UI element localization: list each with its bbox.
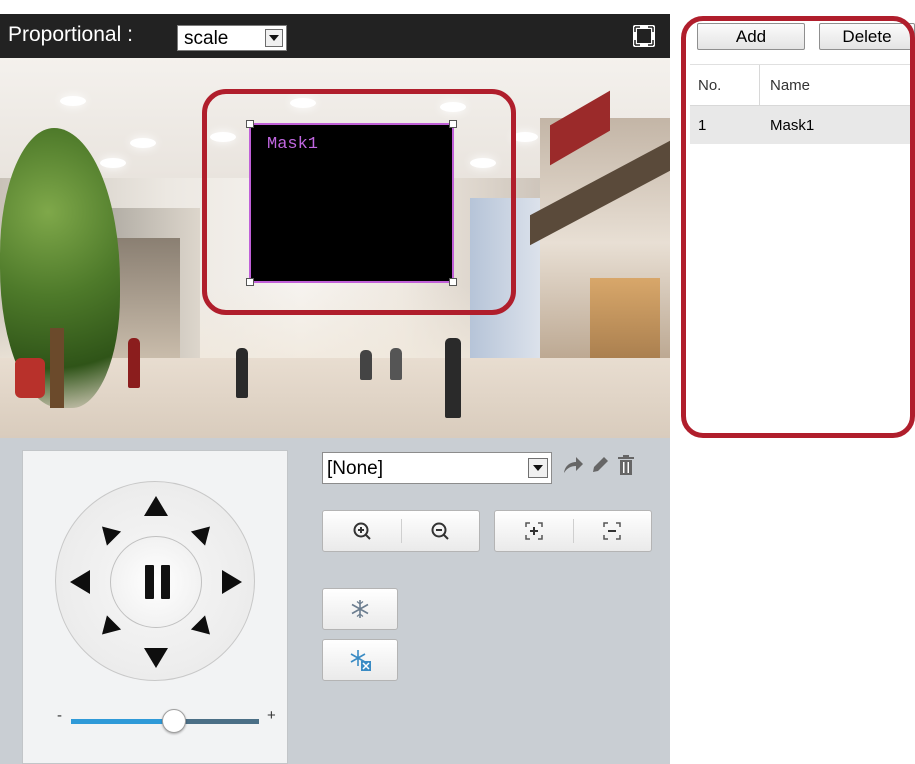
pan-down-left-button[interactable] <box>94 615 122 642</box>
focus-button-group <box>494 510 652 552</box>
defog-button[interactable] <box>322 588 398 630</box>
preset-select-value: [None] <box>327 458 383 479</box>
resize-handle-top-right[interactable] <box>449 120 457 128</box>
pause-icon <box>139 565 175 601</box>
zoom-out-button[interactable] <box>402 511 480 551</box>
defog-off-button[interactable] <box>322 639 398 681</box>
ptz-panel: - + [None] <box>0 438 670 764</box>
focus-minus-icon <box>603 522 621 540</box>
pause-button[interactable] <box>110 536 202 628</box>
pan-down-right-button[interactable] <box>190 615 218 642</box>
delete-preset-icon[interactable] <box>616 454 636 476</box>
video-toolbar: Proportional : scale <box>0 14 670 58</box>
focus-far-button[interactable] <box>574 511 652 551</box>
goto-preset-icon[interactable] <box>562 455 584 475</box>
pedestrian <box>128 338 140 388</box>
ceiling-light <box>130 138 156 148</box>
fullscreen-button[interactable] <box>630 22 658 50</box>
zoom-button-group <box>322 510 480 552</box>
pedestrian <box>445 338 461 418</box>
direction-pad-panel: - + <box>22 450 288 764</box>
resize-handle-top-left[interactable] <box>246 120 254 128</box>
preset-select[interactable]: [None] <box>322 452 552 484</box>
scale-select-value: scale <box>184 28 229 49</box>
speed-slider-remaining[interactable] <box>174 719 259 724</box>
speed-minus-label: - <box>57 707 62 724</box>
privacy-mask-area[interactable]: Mask1 <box>246 120 457 286</box>
pedestrian <box>360 350 372 380</box>
pan-down-button[interactable] <box>144 648 168 668</box>
focus-plus-icon <box>525 522 543 540</box>
pedestrian <box>390 348 402 380</box>
speed-slider-thumb[interactable] <box>162 709 187 733</box>
chevron-down-icon[interactable] <box>265 29 283 47</box>
store-display <box>590 278 660 368</box>
resize-handle-bottom-right[interactable] <box>449 278 457 286</box>
tree-trunk <box>50 328 64 408</box>
zoom-out-icon <box>431 522 449 540</box>
resize-handle-bottom-left[interactable] <box>246 278 254 286</box>
storefront <box>110 238 180 358</box>
ceiling-light <box>100 158 126 168</box>
pan-up-left-button[interactable] <box>94 519 122 546</box>
pedestrian <box>236 348 248 398</box>
preset-actions <box>562 454 636 476</box>
zoom-in-button[interactable] <box>323 511 401 551</box>
chevron-down-icon[interactable] <box>528 458 548 478</box>
edit-preset-icon[interactable] <box>590 455 610 475</box>
pan-up-right-button[interactable] <box>190 519 218 546</box>
focus-near-button[interactable] <box>495 511 573 551</box>
fullscreen-icon <box>633 25 655 47</box>
pan-up-button[interactable] <box>144 496 168 516</box>
ceiling-light <box>60 96 86 106</box>
direction-pad <box>55 481 255 681</box>
snowflake-off-icon <box>350 650 371 671</box>
mask-list-highlight-frame <box>681 16 915 438</box>
planter-flowers <box>15 358 45 398</box>
snowflake-icon <box>351 600 369 618</box>
pan-right-button[interactable] <box>222 570 242 594</box>
mask-label: Mask1 <box>267 135 319 154</box>
pan-left-button[interactable] <box>70 570 90 594</box>
proportional-label: Proportional : <box>8 23 133 46</box>
speed-plus-label: + <box>267 707 276 724</box>
scale-select[interactable]: scale <box>177 25 287 51</box>
zoom-in-icon <box>353 522 371 540</box>
